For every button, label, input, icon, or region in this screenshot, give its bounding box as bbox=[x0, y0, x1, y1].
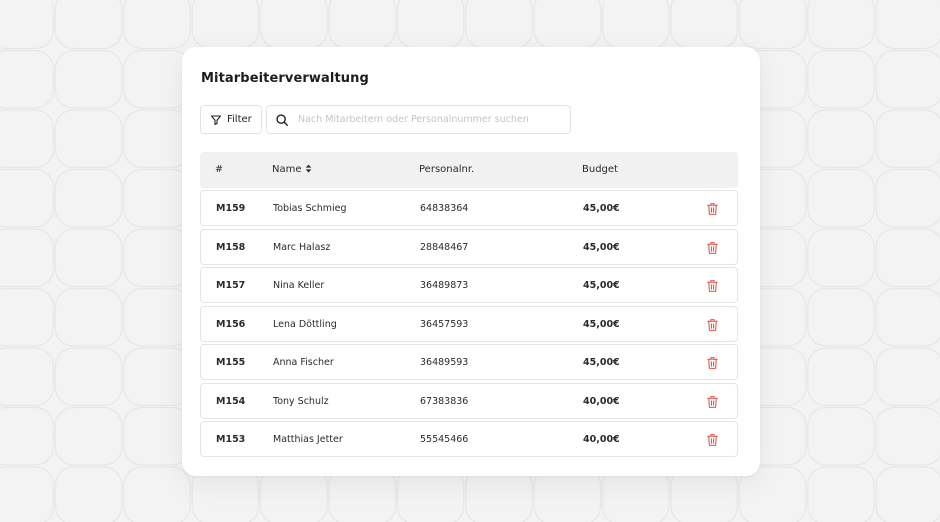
row-name: Tobias Schmieg bbox=[273, 203, 347, 214]
row-name: Anna Fischer bbox=[273, 357, 334, 368]
trash-icon[interactable] bbox=[706, 395, 719, 409]
row-personalnr: 36457593 bbox=[420, 318, 469, 330]
row-id: M159 bbox=[216, 203, 246, 214]
row-name: Marc Halasz bbox=[273, 241, 331, 253]
row-id: M157 bbox=[216, 280, 246, 291]
column-header-name-label: Name bbox=[272, 164, 302, 175]
trash-icon[interactable] bbox=[706, 318, 719, 332]
trash-icon[interactable] bbox=[706, 202, 719, 216]
row-id: M156 bbox=[216, 318, 246, 330]
row-name: Tony Schulz bbox=[273, 395, 329, 407]
row-budget: 45,00€ bbox=[583, 357, 620, 368]
row-budget: 45,00€ bbox=[583, 241, 620, 253]
trash-icon[interactable] bbox=[706, 241, 719, 255]
row-id: M155 bbox=[216, 357, 246, 368]
table-row: M154 Tony Schulz 67383836 40,00€ bbox=[200, 382, 738, 419]
trash-icon[interactable] bbox=[706, 279, 719, 293]
sort-icon[interactable] bbox=[305, 164, 312, 173]
trash-icon[interactable] bbox=[706, 433, 719, 447]
page-title: Mitarbeiterverwaltung bbox=[201, 71, 369, 86]
row-personalnr: 36489873 bbox=[420, 280, 469, 291]
column-header-name[interactable]: Name bbox=[272, 164, 312, 175]
row-personalnr: 36489593 bbox=[420, 357, 469, 368]
row-name: Lena Döttling bbox=[273, 318, 337, 330]
row-id: M158 bbox=[216, 241, 246, 253]
row-budget: 45,00€ bbox=[583, 280, 620, 291]
search-input[interactable] bbox=[298, 114, 558, 125]
table-row: M158 Marc Halasz 28848467 45,00€ bbox=[200, 228, 738, 265]
row-personalnr: 64838364 bbox=[420, 203, 469, 214]
row-personalnr: 28848467 bbox=[420, 241, 469, 253]
table-row: M159 Tobias Schmieg 64838364 45,00€ bbox=[200, 190, 738, 226]
table-row: M153 Matthias Jetter 55545466 40,00€ bbox=[200, 421, 738, 457]
trash-icon[interactable] bbox=[706, 356, 719, 370]
filter-button-label: Filter bbox=[227, 114, 252, 125]
table-row: M157 Nina Keller 36489873 45,00€ bbox=[200, 267, 738, 303]
row-name: Nina Keller bbox=[273, 280, 325, 291]
column-header-personalnr: Personalnr. bbox=[419, 164, 475, 175]
row-id: M154 bbox=[216, 395, 246, 407]
row-name: Matthias Jetter bbox=[273, 434, 343, 445]
search-icon bbox=[276, 113, 288, 126]
table-header: # Name Personalnr. Budget bbox=[200, 152, 738, 188]
search-box[interactable] bbox=[266, 105, 571, 134]
row-budget: 45,00€ bbox=[583, 318, 620, 330]
row-budget: 40,00€ bbox=[583, 395, 620, 407]
column-header-id: # bbox=[215, 164, 223, 175]
column-header-budget: Budget bbox=[582, 164, 618, 175]
row-budget: 40,00€ bbox=[583, 434, 620, 445]
table-row: M156 Lena Döttling 36457593 45,00€ bbox=[200, 305, 738, 342]
row-personalnr: 55545466 bbox=[420, 434, 469, 445]
filter-icon bbox=[210, 114, 222, 125]
table-row: M155 Anna Fischer 36489593 45,00€ bbox=[200, 344, 738, 380]
row-budget: 45,00€ bbox=[583, 203, 620, 214]
row-personalnr: 67383836 bbox=[420, 395, 469, 407]
row-id: M153 bbox=[216, 434, 246, 445]
employee-management-card: Mitarbeiterverwaltung Filter # Name Pers… bbox=[182, 47, 760, 476]
filter-button[interactable]: Filter bbox=[200, 105, 262, 134]
